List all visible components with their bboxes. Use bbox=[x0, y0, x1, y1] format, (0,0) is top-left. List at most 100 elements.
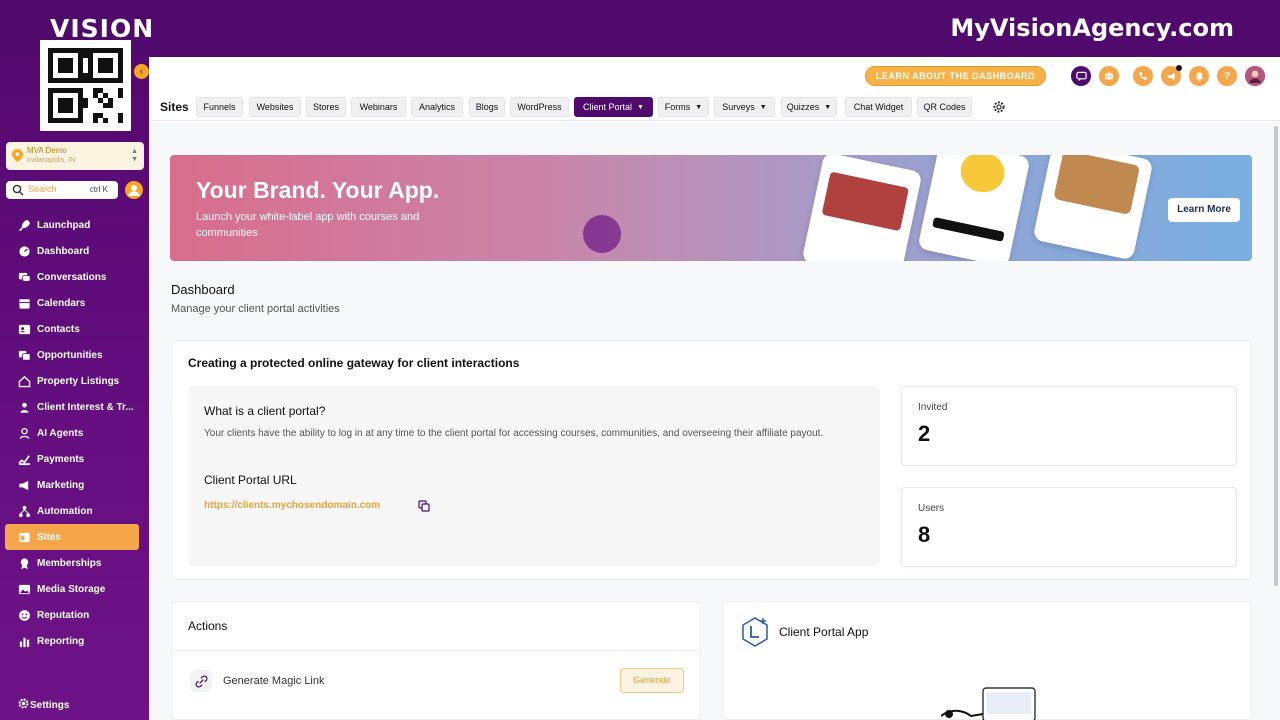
sidebar-item-automation[interactable]: Automation bbox=[5, 498, 139, 524]
profile-avatar[interactable] bbox=[1245, 66, 1265, 86]
tab-label: Funnels bbox=[203, 102, 236, 112]
sidebar-item-media-storage[interactable]: Media Storage bbox=[5, 576, 139, 602]
sidebar-item-client-interest-tr[interactable]: Client Interest & Tr... bbox=[5, 394, 139, 420]
search-placeholder: Search bbox=[28, 184, 57, 194]
info-description: Your clients have the ability to log in … bbox=[204, 428, 824, 439]
sidebar-item-property-listings[interactable]: Property Listings bbox=[5, 368, 139, 394]
tab-label: Websites bbox=[256, 102, 294, 112]
chat-support-icon[interactable] bbox=[1071, 66, 1091, 86]
portal-url-link[interactable]: https://clients.mychosendomain.com bbox=[204, 500, 380, 511]
chevron-down-icon: ▼ bbox=[824, 103, 832, 111]
page-title: Dashboard bbox=[171, 282, 235, 297]
sidebar-item-label: Memberships bbox=[37, 557, 102, 569]
card-title: Creating a protected online gateway for … bbox=[188, 356, 520, 370]
divider bbox=[172, 650, 700, 651]
tab-wordpress[interactable]: WordPress bbox=[510, 97, 569, 117]
sidebar-item-label: Reputation bbox=[37, 609, 90, 621]
contacts-icon bbox=[17, 322, 31, 336]
stat-label: Invited bbox=[918, 402, 948, 413]
section-title: Sites bbox=[160, 100, 189, 114]
account-switcher[interactable]: MVA Demo Indianapolis, IN ▲ ▼ bbox=[6, 142, 144, 170]
sidebar-item-sites[interactable]: Sites bbox=[5, 524, 139, 550]
tab-funnels[interactable]: Funnels bbox=[196, 97, 243, 117]
tab-analytics[interactable]: Analytics bbox=[411, 97, 463, 117]
sidebar-item-reputation[interactable]: Reputation bbox=[5, 602, 139, 628]
ai-assistant-icon[interactable] bbox=[1099, 66, 1119, 86]
sidebar-item-ai-agents[interactable]: AI Agents bbox=[5, 420, 139, 446]
stat-value: 8 bbox=[918, 522, 931, 547]
copy-icon[interactable] bbox=[418, 500, 430, 512]
payments-icon bbox=[17, 452, 31, 466]
automation-icon bbox=[17, 504, 31, 518]
sidebar-item-reporting[interactable]: Reporting bbox=[5, 628, 139, 654]
cursor-highlight bbox=[583, 215, 621, 253]
sidebar-item-calendars[interactable]: Calendars bbox=[5, 290, 139, 316]
learn-dashboard-button[interactable]: LEARN ABOUT THE DASHBOARD bbox=[865, 66, 1046, 86]
sidebar-item-marketing[interactable]: Marketing bbox=[5, 472, 139, 498]
tab-label: Stores bbox=[313, 102, 340, 112]
tab-label: Surveys bbox=[722, 102, 755, 112]
megaphone-icon bbox=[17, 478, 31, 492]
sidebar-item-label: Automation bbox=[37, 505, 93, 517]
tab-stores[interactable]: Stores bbox=[306, 97, 346, 117]
sidebar-item-payments[interactable]: Payments bbox=[5, 446, 139, 472]
robot-icon bbox=[17, 426, 31, 440]
bell-icon[interactable] bbox=[1189, 66, 1209, 86]
sidebar-item-dashboard[interactable]: Dashboard bbox=[5, 238, 139, 264]
account-name: MVA Demo bbox=[27, 146, 67, 155]
tab-blogs[interactable]: Blogs bbox=[469, 97, 505, 117]
tab-websites[interactable]: Websites bbox=[249, 97, 301, 117]
tab-label: Chat Widget bbox=[853, 102, 904, 112]
app-promo-banner: Your Brand. Your App. Launch your white-… bbox=[170, 155, 1252, 261]
site-domain: MyVisionAgency.com bbox=[950, 14, 1234, 42]
bar-chart-icon bbox=[17, 634, 31, 648]
tab-forms[interactable]: Forms ▼ bbox=[658, 97, 709, 117]
gauge-icon bbox=[17, 244, 31, 258]
filter-icon bbox=[17, 348, 31, 362]
generate-button[interactable]: Generate bbox=[620, 668, 684, 693]
tab-quizzes[interactable]: Quizzes ▼ bbox=[781, 97, 837, 117]
chat-icon bbox=[17, 270, 31, 284]
brand-logo[interactable]: VISION bbox=[50, 14, 154, 43]
tab-label: WordPress bbox=[517, 102, 562, 112]
tab-qr-codes[interactable]: QR Codes bbox=[917, 97, 972, 117]
gear-icon bbox=[17, 697, 30, 713]
sidebar-item-launchpad[interactable]: Launchpad bbox=[5, 212, 139, 238]
user-avatar-icon[interactable] bbox=[125, 181, 143, 199]
tab-label: Blogs bbox=[475, 102, 499, 112]
sidebar-item-settings[interactable]: Settings bbox=[5, 694, 139, 716]
content-scrollbar[interactable] bbox=[1274, 126, 1278, 586]
sidebar-item-contacts[interactable]: Contacts bbox=[5, 316, 139, 342]
sidebar-item-label: Payments bbox=[37, 453, 85, 465]
learn-more-button[interactable]: Learn More bbox=[1168, 198, 1240, 222]
tab-surveys[interactable]: Surveys ▼ bbox=[714, 97, 775, 117]
sidebar-item-conversations[interactable]: Conversations bbox=[5, 264, 139, 290]
tab-label: Client Portal bbox=[583, 102, 633, 112]
chevron-down-icon: ▼ bbox=[759, 103, 767, 111]
magic-link-icon bbox=[190, 670, 212, 692]
info-title: What is a client portal? bbox=[204, 404, 326, 418]
tab-chat-widget[interactable]: Chat Widget bbox=[845, 97, 912, 117]
tab-label: Webinars bbox=[359, 102, 398, 112]
portal-url-label: Client Portal URL bbox=[204, 473, 297, 487]
sidebar-item-label: Calendars bbox=[37, 297, 86, 309]
tab-webinars[interactable]: Webinars bbox=[351, 97, 406, 117]
app-logo-icon bbox=[742, 617, 768, 647]
users-stat-card: Users 8 bbox=[901, 487, 1237, 567]
sidebar-item-label: AI Agents bbox=[37, 427, 84, 439]
card-title: Actions bbox=[188, 619, 228, 633]
stat-label: Users bbox=[918, 503, 945, 514]
sidebar-search[interactable]: Search ctrl K bbox=[6, 181, 118, 199]
collapse-sidebar-button[interactable]: ‹ bbox=[134, 64, 149, 79]
chevron-updown-icon: ▲ ▼ bbox=[131, 148, 138, 163]
chevron-down-icon: ▼ bbox=[695, 103, 703, 111]
gear-icon[interactable] bbox=[992, 100, 1006, 114]
client-portal-info: What is a client portal? Your clients ha… bbox=[188, 386, 880, 566]
phone-icon[interactable] bbox=[1133, 66, 1153, 86]
chevron-down-icon: ▼ bbox=[637, 103, 644, 111]
tab-client-portal[interactable]: Client Portal ▼ bbox=[574, 97, 653, 117]
sidebar-item-opportunities[interactable]: Opportunities bbox=[5, 342, 139, 368]
help-icon[interactable]: ? bbox=[1217, 66, 1237, 86]
sidebar-item-memberships[interactable]: Memberships bbox=[5, 550, 139, 576]
megaphone-icon[interactable] bbox=[1161, 65, 1182, 86]
